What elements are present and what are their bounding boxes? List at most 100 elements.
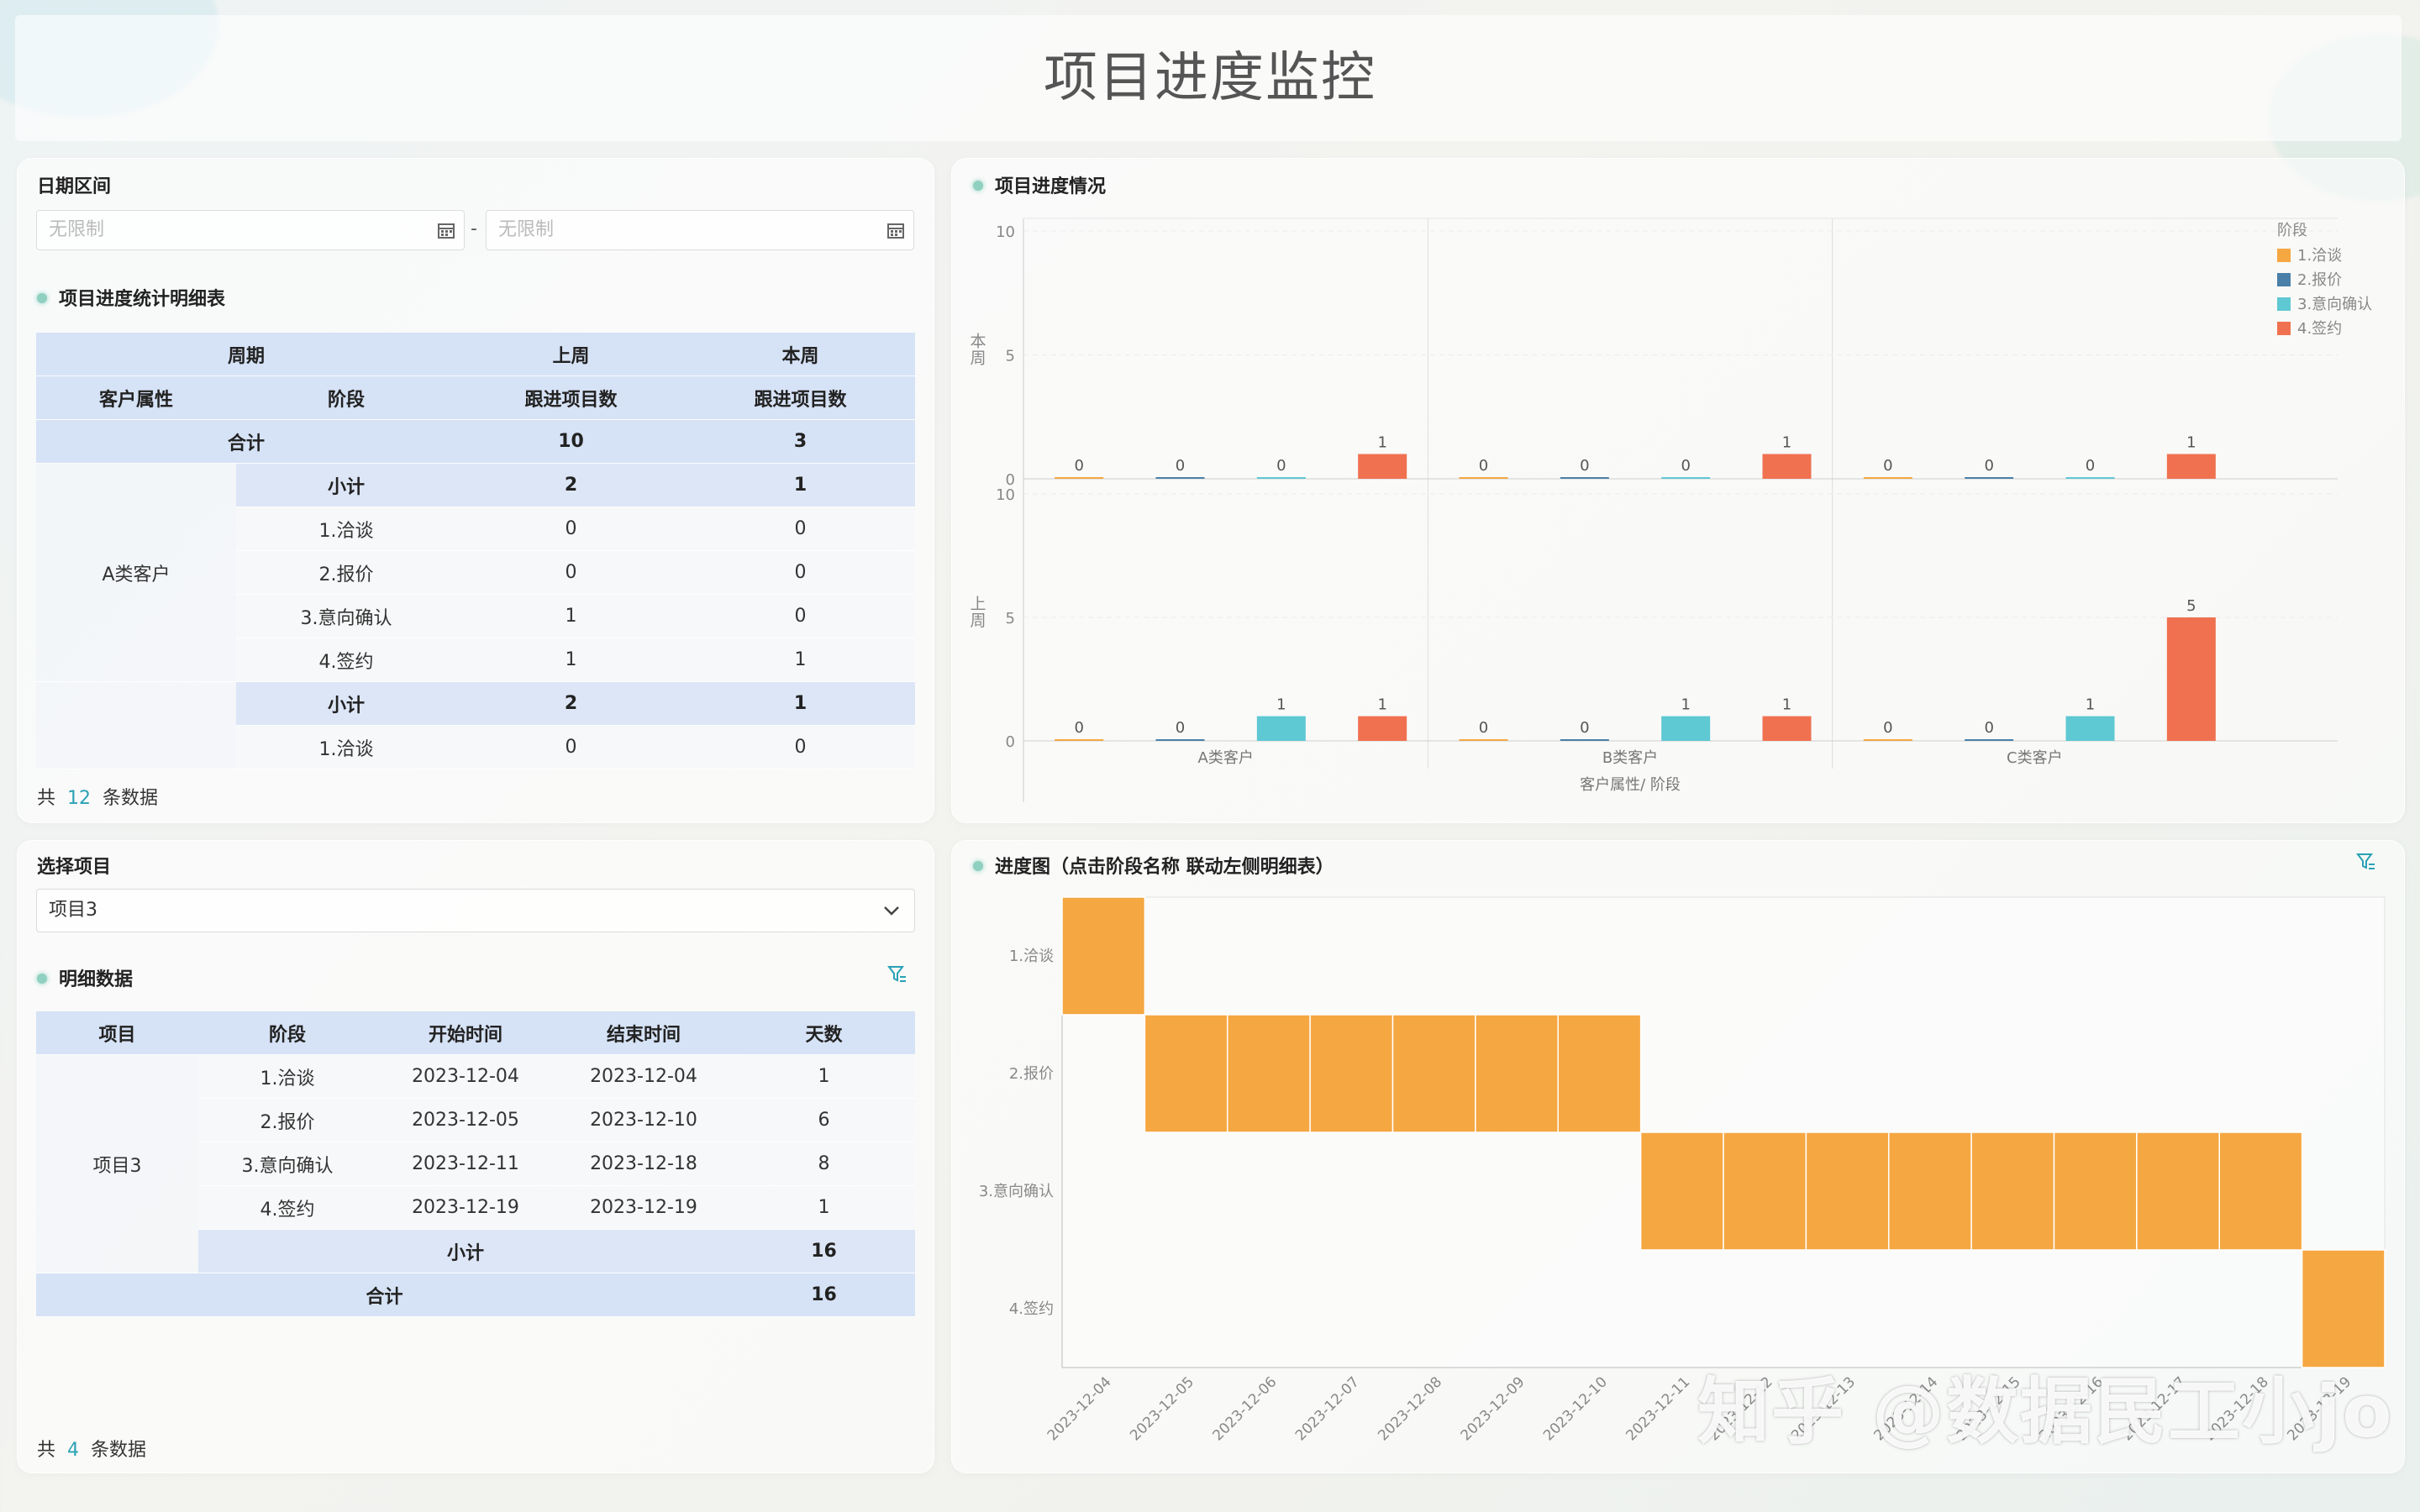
- bar-1.洽谈[interactable]: [1055, 477, 1104, 479]
- bar-3.意向确认[interactable]: [2065, 716, 2115, 741]
- x-category-label: C类客户: [2007, 749, 2063, 767]
- calendar-icon[interactable]: [437, 221, 455, 239]
- detail-table: 项目 阶段 开始时间 结束时间 天数 项目3 1.洽谈 2023-12-04 2…: [36, 1011, 915, 1317]
- detail-table-title: 明细数据: [37, 964, 133, 991]
- legend-item-label[interactable]: 1.洽谈: [2297, 247, 2342, 265]
- y-tick-label: 5: [1006, 348, 1015, 365]
- bar-2.报价[interactable]: [1965, 739, 2014, 741]
- stage-cell[interactable]: 1.洽谈: [236, 725, 457, 769]
- bar-3.意向确认[interactable]: [2065, 477, 2115, 479]
- bar-2.报价[interactable]: [1155, 477, 1205, 479]
- this-week-cell: 0: [686, 550, 916, 595]
- bar-4.签约[interactable]: [2166, 454, 2216, 480]
- gantt-cell[interactable]: [2301, 1249, 2386, 1368]
- bar-2.报价[interactable]: [1155, 739, 1205, 741]
- legend-item-label[interactable]: 2.报价: [2297, 271, 2342, 289]
- bar-3.意向确认[interactable]: [1256, 477, 1306, 479]
- days-cell: 6: [733, 1098, 915, 1142]
- legend-swatch[interactable]: [2277, 249, 2291, 262]
- stage-axis-label[interactable]: 1.洽谈: [1009, 948, 1054, 965]
- legend-swatch[interactable]: [2277, 297, 2291, 311]
- gantt-cell[interactable]: [1557, 1014, 1642, 1133]
- bar-value-label: 1: [2186, 434, 2196, 452]
- stage-cell[interactable]: 2.报价: [236, 550, 457, 595]
- filter-icon[interactable]: [2356, 852, 2376, 872]
- column-header: 项目: [36, 1011, 198, 1055]
- stage-cell[interactable]: 3.意向确认: [236, 594, 457, 638]
- gantt-cell[interactable]: [2053, 1131, 2138, 1251]
- column-header: 开始时间: [376, 1011, 555, 1055]
- legend-item-label[interactable]: 3.意向确认: [2297, 296, 2372, 313]
- bar-4.签约[interactable]: [1358, 716, 1407, 741]
- x-category-label: B类客户: [1602, 749, 1658, 767]
- bar-value-label: 0: [1479, 719, 1488, 737]
- gantt-cell[interactable]: [1309, 1014, 1394, 1133]
- bar-4.签约[interactable]: [1762, 454, 1812, 480]
- end-date-placeholder: 无限制: [498, 219, 555, 240]
- bar-2.报价[interactable]: [1560, 739, 1609, 741]
- bar-value-label: 1: [2086, 696, 2095, 714]
- start-date-placeholder: 无限制: [49, 219, 105, 240]
- x-category-label: A类客户: [1198, 749, 1254, 767]
- stage-cell[interactable]: 1.洽谈: [236, 507, 457, 551]
- gantt-cell[interactable]: [1805, 1131, 1890, 1251]
- column-header: 客户属性: [36, 375, 236, 420]
- bar-value-label: 5: [2186, 597, 2196, 615]
- legend-item-label[interactable]: 4.签约: [2297, 320, 2342, 338]
- project-select[interactable]: 项目3: [36, 889, 915, 932]
- bar-value-label: 0: [1984, 457, 1993, 475]
- chevron-down-icon[interactable]: [882, 903, 901, 918]
- gantt-cell[interactable]: [2136, 1131, 2220, 1251]
- bar-3.意向确认[interactable]: [1661, 477, 1711, 479]
- start-date-input[interactable]: 无限制: [36, 210, 465, 250]
- gantt-cell[interactable]: [1888, 1131, 1972, 1251]
- legend-swatch[interactable]: [2277, 322, 2291, 335]
- bar-4.签约[interactable]: [2166, 617, 2216, 741]
- subtotal-label: 小计: [236, 463, 457, 507]
- total-row: 合计 10 3: [36, 419, 916, 464]
- gantt-cell[interactable]: [1723, 1131, 1807, 1251]
- calendar-icon[interactable]: [886, 221, 905, 239]
- bar-2.报价[interactable]: [1560, 477, 1609, 479]
- bar-1.洽谈[interactable]: [1863, 739, 1912, 741]
- bar-2.报价[interactable]: [1965, 477, 2014, 479]
- stage-axis-label[interactable]: 4.签约: [1009, 1300, 1054, 1318]
- bar-4.签约[interactable]: [1762, 716, 1812, 741]
- stage-axis-label[interactable]: 3.意向确认: [979, 1183, 1054, 1200]
- column-header: 上周: [456, 333, 687, 376]
- gantt-cell[interactable]: [1227, 1014, 1311, 1133]
- bar-1.洽谈[interactable]: [1459, 477, 1508, 479]
- table-header-row: 周期 上周 本周: [36, 333, 916, 376]
- bar-1.洽谈[interactable]: [1863, 477, 1912, 479]
- stage-axis-label[interactable]: 2.报价: [1009, 1065, 1054, 1083]
- bar-1.洽谈[interactable]: [1459, 739, 1508, 741]
- bar-value-label: 0: [1883, 457, 1892, 475]
- end-date-cell: 2023-12-19: [555, 1185, 733, 1230]
- project-select-label: 选择项目: [37, 857, 112, 878]
- row-label: 本周: [970, 333, 986, 368]
- gantt-cell[interactable]: [1639, 1131, 1724, 1251]
- bar-3.意向确认[interactable]: [1256, 716, 1306, 741]
- bar-value-label: 0: [2086, 457, 2095, 475]
- last-week-cell: 0: [456, 550, 687, 595]
- start-date-cell: 2023-12-05: [376, 1098, 555, 1142]
- gantt-cell[interactable]: [1475, 1014, 1559, 1133]
- gantt-cell[interactable]: [1970, 1131, 2055, 1251]
- watermark: 知乎 @数据民工小jo: [1697, 1370, 2394, 1454]
- filter-icon[interactable]: [887, 964, 908, 984]
- page-title: 项目进度监控: [1044, 47, 1376, 109]
- stage-cell[interactable]: 4.签约: [236, 638, 457, 682]
- legend-swatch[interactable]: [2277, 273, 2291, 286]
- end-date-input[interactable]: 无限制: [486, 210, 914, 250]
- bar-value-label: 0: [1176, 719, 1185, 737]
- bar-3.意向确认[interactable]: [1661, 716, 1711, 741]
- gantt-cell[interactable]: [1392, 1014, 1476, 1133]
- gantt-cell[interactable]: [2218, 1131, 2303, 1251]
- bar-4.签约[interactable]: [1358, 454, 1407, 480]
- start-date-cell: 2023-12-19: [376, 1185, 555, 1230]
- this-week-cell: 1: [686, 638, 916, 682]
- column-header: 天数: [733, 1011, 915, 1055]
- gantt-cell[interactable]: [1061, 896, 1146, 1016]
- bar-1.洽谈[interactable]: [1055, 739, 1104, 741]
- gantt-cell[interactable]: [1144, 1014, 1228, 1133]
